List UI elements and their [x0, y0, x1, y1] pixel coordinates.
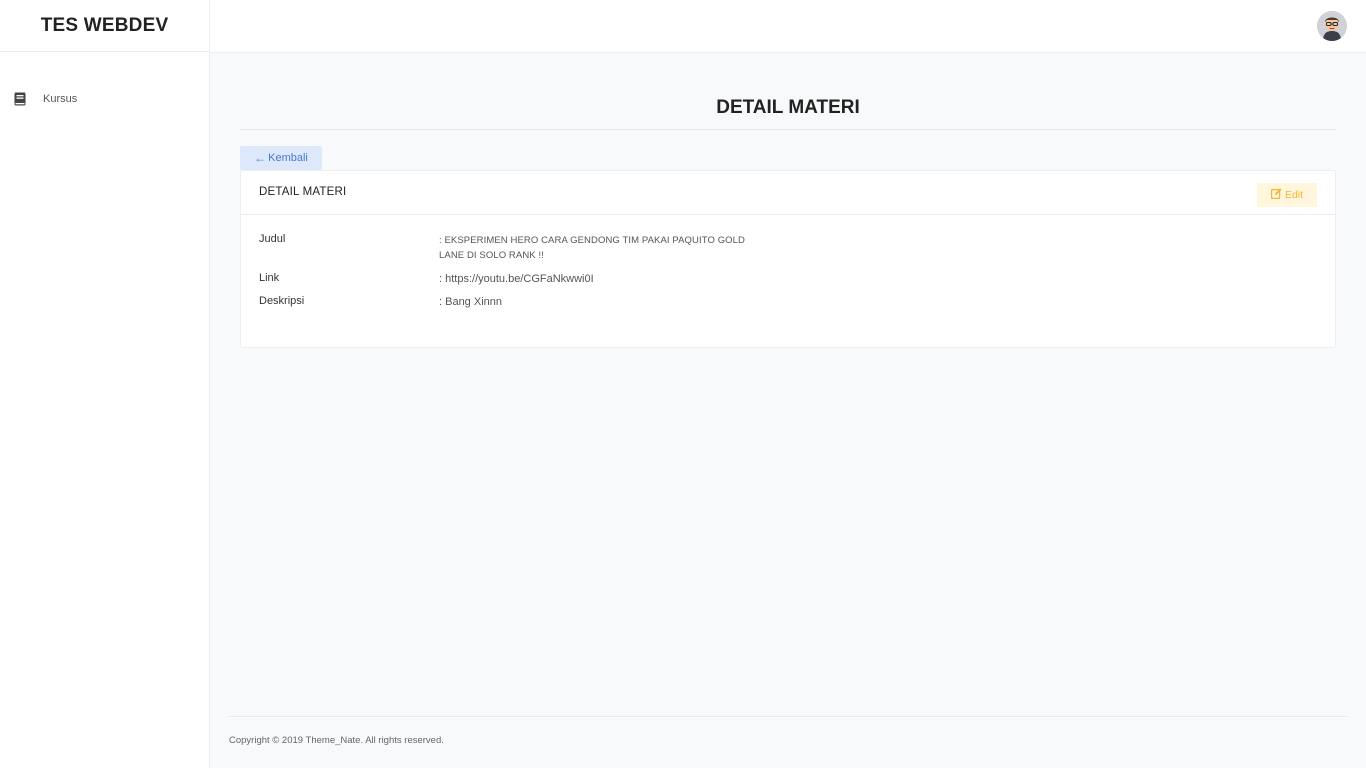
edit-button[interactable]: Edit	[1257, 183, 1317, 207]
footer-divider	[229, 716, 1347, 717]
footer-copyright: Copyright © 2019 Theme_Nate. All rights …	[229, 735, 444, 746]
user-avatar[interactable]	[1317, 11, 1347, 41]
edit-icon	[1270, 188, 1282, 202]
book-icon	[14, 92, 26, 106]
field-label: Link	[259, 272, 280, 284]
topbar	[210, 0, 1366, 53]
sidebar-item-kursus[interactable]: Kursus	[14, 92, 77, 106]
page-title: DETAIL MATERI	[716, 97, 860, 118]
card-title: DETAIL MATERI	[259, 186, 347, 198]
back-button-label: Kembali	[268, 152, 308, 164]
field-label: Deskripsi	[259, 295, 305, 307]
brand-title[interactable]: TES WEBDEV	[0, 0, 209, 52]
edit-button-label: Edit	[1284, 189, 1304, 201]
detail-card: DETAIL MATERI Edit Judul : EKSPERIMEN HE…	[240, 170, 1336, 348]
sidebar: TES WEBDEV Kursus	[0, 0, 210, 768]
field-label: Judul	[259, 233, 286, 245]
title-divider	[240, 129, 1336, 130]
sidebar-item-label: Kursus	[43, 93, 78, 105]
field-value: : EKSPERIMEN HERO CARA GENDONG TIM PAKAI…	[439, 235, 746, 261]
card-header: DETAIL MATERI Edit	[241, 171, 1335, 215]
arrow-left-icon: ←	[254, 151, 267, 165]
back-button[interactable]: ← Kembali	[240, 146, 322, 170]
field-value: : https://youtu.be/CGFaNkwwi0I	[439, 273, 594, 285]
field-value: : Bang Xinnn	[439, 296, 502, 308]
